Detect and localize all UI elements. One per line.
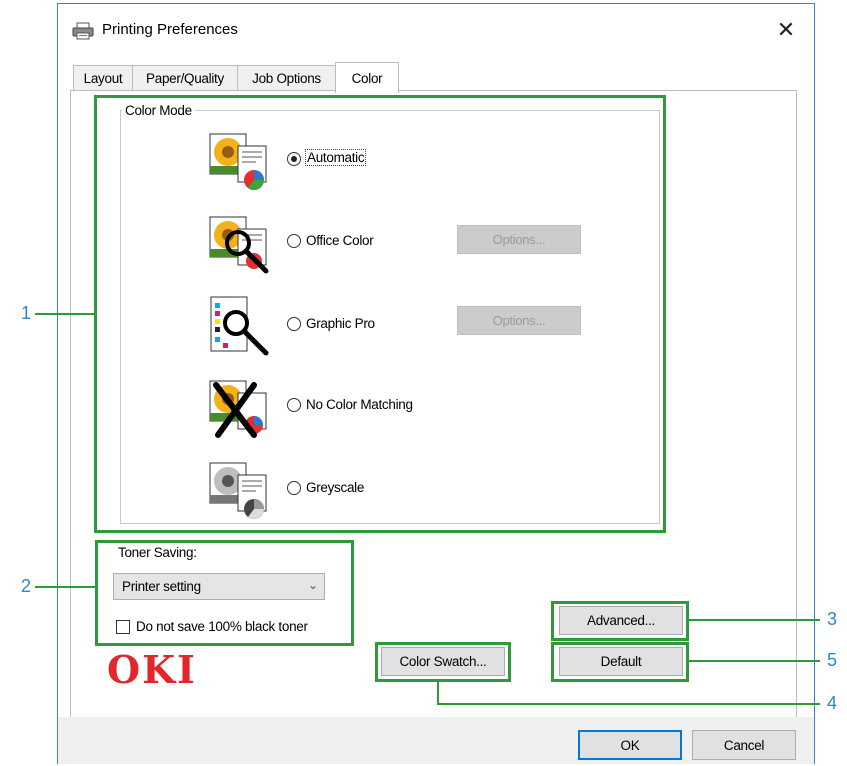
cancel-button[interactable]: Cancel [692, 730, 796, 760]
callout-line-4-vertical [437, 681, 439, 704]
callout-box-5 [551, 642, 689, 682]
ok-label: OK [620, 737, 640, 753]
tab-job-options[interactable]: Job Options [237, 65, 336, 91]
callout-line-4-horizontal [437, 703, 820, 705]
callout-number-4: 4 [827, 693, 838, 713]
close-button[interactable]: ✕ [766, 12, 806, 48]
tab-layout[interactable]: Layout [73, 65, 133, 91]
callout-number-3: 3 [827, 609, 838, 629]
callout-line-3 [688, 619, 820, 621]
tab-label: Paper/Quality [146, 71, 224, 86]
tab-label: Color [351, 70, 383, 86]
callout-line-5 [688, 660, 820, 662]
callout-box-1 [94, 95, 666, 533]
oki-logo: OKI [107, 647, 197, 692]
printer-icon [72, 22, 94, 40]
title-bar: Printing Preferences ✕ [58, 4, 814, 54]
window-title: Printing Preferences [102, 21, 238, 38]
tab-color[interactable]: Color [335, 62, 399, 93]
callout-number-1: 1 [21, 303, 32, 323]
tab-paper-quality[interactable]: Paper/Quality [132, 65, 238, 91]
callout-number-5: 5 [827, 650, 838, 670]
tab-label: Job Options [252, 71, 321, 86]
callout-box-3 [551, 601, 689, 641]
callout-box-4 [375, 642, 511, 682]
callout-number-2: 2 [21, 576, 32, 596]
callout-box-2 [95, 540, 354, 646]
close-icon: ✕ [776, 17, 796, 42]
tab-label: Layout [83, 71, 123, 86]
callout-line-2 [35, 586, 96, 588]
callout-line-1 [35, 313, 95, 315]
ok-button[interactable]: OK [578, 730, 682, 760]
cancel-label: Cancel [723, 737, 765, 753]
